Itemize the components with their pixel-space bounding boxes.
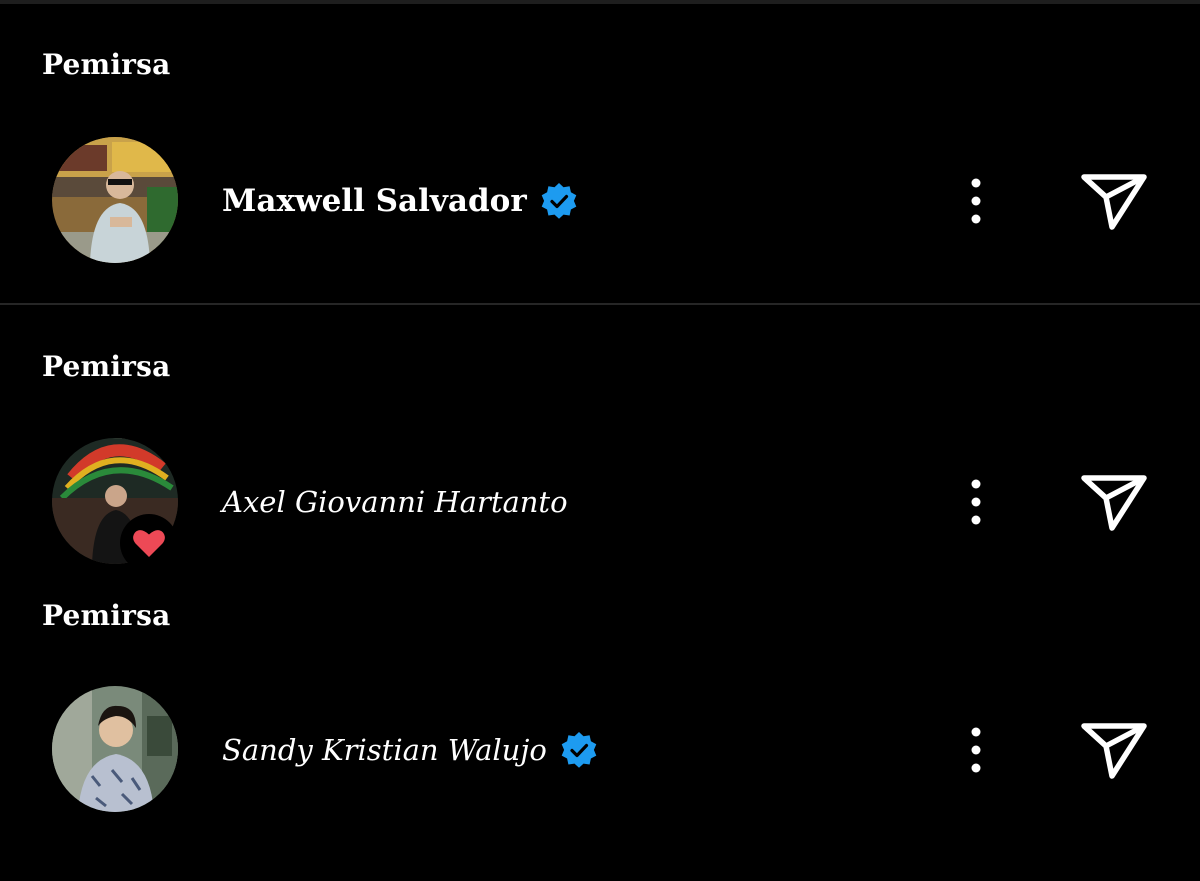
send-icon[interactable]: [1078, 472, 1150, 534]
user-name[interactable]: Axel Giovanni Hartanto: [222, 485, 568, 519]
section-title: Pemirsa: [42, 599, 171, 632]
verified-badge-icon: [541, 183, 576, 219]
top-divider: [0, 0, 1200, 4]
profile-photo: [52, 137, 178, 263]
section-title: Pemirsa: [42, 48, 171, 81]
more-vertical-icon[interactable]: [962, 177, 990, 225]
avatar[interactable]: [52, 686, 178, 812]
viewer-row[interactable]: Axel Giovanni Hartanto: [0, 438, 1200, 572]
more-vertical-icon[interactable]: [962, 478, 990, 526]
user-name[interactable]: Maxwell Salvador: [222, 183, 527, 219]
user-name-wrap: Axel Giovanni Hartanto: [222, 482, 568, 522]
heart-icon: [133, 530, 165, 557]
user-name-wrap: Sandy Kristian Walujo: [222, 730, 599, 770]
profile-photo: [52, 686, 178, 812]
send-icon[interactable]: [1078, 171, 1150, 233]
avatar[interactable]: [52, 137, 178, 263]
viewer-row[interactable]: Maxwell Salvador: [0, 137, 1200, 267]
viewer-row[interactable]: Sandy Kristian Walujo: [0, 686, 1200, 816]
section-divider: [0, 303, 1200, 305]
user-name[interactable]: Sandy Kristian Walujo: [222, 733, 547, 767]
section-title: Pemirsa: [42, 350, 171, 383]
liked-badge: [120, 514, 178, 572]
verified-badge-icon: [561, 732, 597, 768]
more-vertical-icon[interactable]: [962, 726, 990, 774]
user-name-wrap: Maxwell Salvador: [222, 181, 579, 221]
send-icon[interactable]: [1078, 720, 1150, 782]
